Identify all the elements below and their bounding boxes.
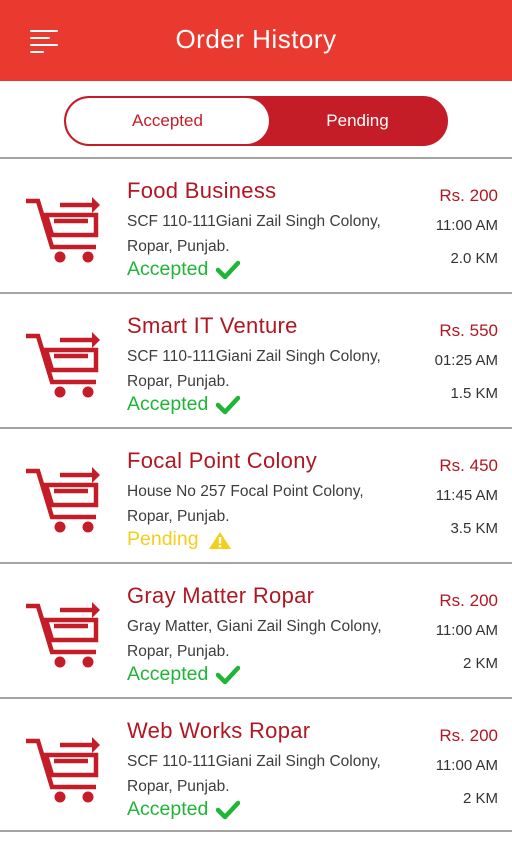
status-toggle-area: Accepted Pending xyxy=(0,81,512,157)
shopping-cart-icon xyxy=(26,602,100,668)
order-address-line2: Ropar, Punjab. xyxy=(127,508,230,525)
warning-icon xyxy=(208,531,231,549)
order-price: Rs. 200 xyxy=(439,726,498,745)
order-time: 11:00 AM xyxy=(435,622,498,639)
order-status-label: Accepted xyxy=(127,393,209,415)
order-address-line2: Ropar, Punjab. xyxy=(127,778,230,795)
order-distance: 2 KM xyxy=(462,790,498,807)
order-status: Accepted xyxy=(127,663,241,686)
shopping-cart-icon xyxy=(26,332,100,398)
order-list-item[interactable]: Gray Matter Ropar Gray Matter, Giani Zai… xyxy=(0,562,512,697)
order-address: SCF 110-111Giani Zail Singh Colony, Ropa… xyxy=(127,209,417,259)
order-address-line1: SCF 110-111Giani Zail Singh Colony, xyxy=(127,753,381,770)
order-price: Rs. 550 xyxy=(439,321,498,340)
order-name: Web Works Ropar xyxy=(127,718,311,743)
shopping-cart-icon xyxy=(26,737,100,803)
order-name: Food Business xyxy=(127,178,277,203)
tab-accepted[interactable]: Accepted xyxy=(66,98,269,144)
order-address-line1: Gray Matter, Giani Zail Singh Colony, xyxy=(127,618,382,635)
order-price: Rs. 200 xyxy=(439,186,498,205)
checkmark-icon xyxy=(216,800,241,819)
app-header: Order History xyxy=(0,0,512,81)
order-distance: 1.5 KM xyxy=(450,385,498,402)
order-distance: 2 KM xyxy=(462,655,498,672)
order-time: 11:45 AM xyxy=(435,487,498,504)
order-list-item[interactable]: Focal Point Colony House No 257 Focal Po… xyxy=(0,427,512,562)
order-address-line2: Ropar, Punjab. xyxy=(127,643,230,660)
order-list: Food Business SCF 110-111Giani Zail Sing… xyxy=(0,157,512,832)
order-list-item[interactable]: Web Works Ropar SCF 110-111Giani Zail Si… xyxy=(0,697,512,832)
order-list-item[interactable]: Smart IT Venture SCF 110-111Giani Zail S… xyxy=(0,292,512,427)
order-address-line2: Ropar, Punjab. xyxy=(127,238,230,255)
order-status: Pending xyxy=(127,528,233,551)
order-address-line1: SCF 110-111Giani Zail Singh Colony, xyxy=(127,348,381,365)
order-time: 01:25 AM xyxy=(434,352,498,369)
order-address: House No 257 Focal Point Colony, Ropar, … xyxy=(127,479,417,529)
order-price: Rs. 200 xyxy=(439,591,498,610)
order-list-item[interactable]: Food Business SCF 110-111Giani Zail Sing… xyxy=(0,157,512,292)
order-address-line2: Ropar, Punjab. xyxy=(127,373,230,390)
order-time: 11:00 AM xyxy=(435,217,498,234)
order-status: Accepted xyxy=(127,258,241,281)
page-title: Order History xyxy=(175,24,337,54)
shopping-cart-icon xyxy=(26,197,100,263)
checkmark-icon xyxy=(216,260,241,279)
order-address: Gray Matter, Giani Zail Singh Colony, Ro… xyxy=(127,614,417,664)
order-address-line1: House No 257 Focal Point Colony, xyxy=(127,483,364,500)
order-price: Rs. 450 xyxy=(439,456,498,475)
order-status-label: Accepted xyxy=(127,258,209,280)
checkmark-icon xyxy=(216,395,241,414)
order-status-label: Accepted xyxy=(127,798,209,820)
order-distance: 3.5 KM xyxy=(450,520,498,537)
order-name: Smart IT Venture xyxy=(127,313,298,338)
order-address-line1: SCF 110-111Giani Zail Singh Colony, xyxy=(127,213,381,230)
order-time: 11:00 AM xyxy=(435,757,498,774)
order-status-label: Accepted xyxy=(127,663,209,685)
order-address: SCF 110-111Giani Zail Singh Colony, Ropa… xyxy=(127,344,417,394)
order-status-label: Pending xyxy=(127,528,199,550)
order-address: SCF 110-111Giani Zail Singh Colony, Ropa… xyxy=(127,749,417,799)
order-name: Gray Matter Ropar xyxy=(127,583,315,608)
order-distance: 2.0 KM xyxy=(450,250,498,267)
shopping-cart-icon xyxy=(26,467,100,533)
order-name: Focal Point Colony xyxy=(127,448,318,473)
status-segmented-control: Accepted Pending xyxy=(64,96,448,146)
order-status: Accepted xyxy=(127,798,241,821)
checkmark-icon xyxy=(216,665,241,684)
tab-pending[interactable]: Pending xyxy=(269,98,446,144)
order-status: Accepted xyxy=(127,393,241,416)
